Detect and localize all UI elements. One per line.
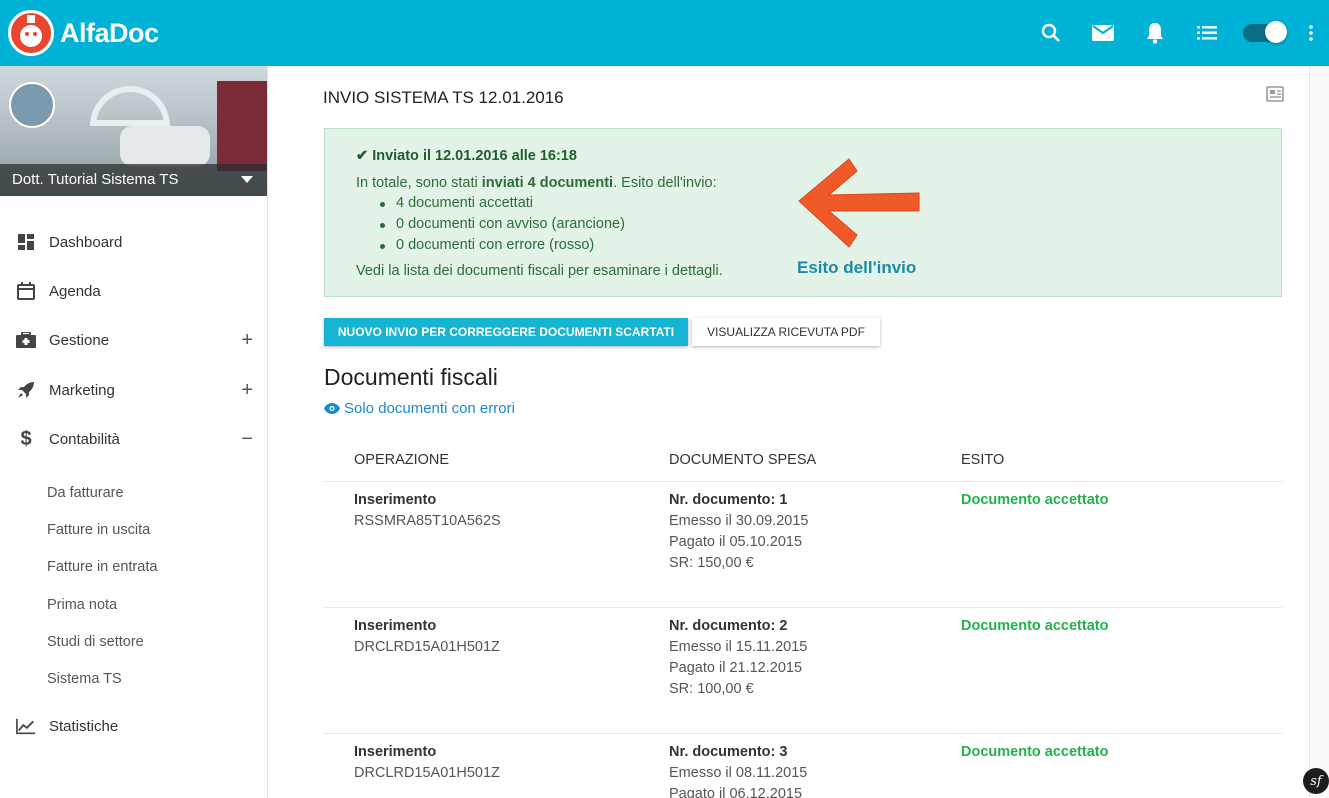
dollar-icon: $ (20, 427, 32, 450)
sidebar-item-statistiche[interactable]: Statistiche (0, 706, 267, 746)
column-header-documento: DOCUMENTO SPESA (669, 452, 817, 468)
paid-date: Pagato il 21.12.2015 (669, 660, 803, 676)
sidebar-item-label: Agenda (49, 282, 101, 300)
column-header-operazione: OPERAZIONE (354, 452, 450, 468)
amount: SR: 100,00 € (669, 681, 754, 697)
collapse-icon[interactable]: − (241, 428, 253, 451)
document-number: Nr. documento: 1 (669, 492, 788, 508)
annotation-arrow-icon (797, 157, 922, 249)
expand-icon[interactable]: + (241, 379, 253, 402)
document-number: Nr. documento: 2 (669, 618, 788, 634)
trending-up-icon (16, 716, 36, 736)
sidebar-item-dashboard[interactable]: Dashboard (0, 222, 267, 262)
alert-list-item: 0 documenti con avviso (arancione) (380, 216, 625, 237)
operation-type: Inserimento (354, 744, 437, 760)
document-number: Nr. documento: 3 (669, 744, 788, 760)
operation-type: Inserimento (354, 492, 437, 508)
alert-summary: In totale, sono stati inviati 4 document… (356, 175, 717, 191)
fiscal-code: DRCLRD15A01H501Z (354, 639, 500, 655)
issued-date: Emesso il 15.11.2015 (669, 639, 808, 655)
sidebar-item-marketing[interactable]: Marketing + (0, 370, 267, 410)
sidebar-subitem-fatture-uscita[interactable]: Fatture in uscita (47, 522, 150, 542)
list-icon[interactable] (1181, 0, 1233, 66)
table-row: Inserimento DRCLRD15A01H501Z Nr. documen… (324, 734, 1282, 798)
alert-heading: ✔ Inviato il 12.01.2016 alle 16:18 (356, 148, 577, 164)
bell-icon[interactable] (1129, 0, 1181, 66)
sidebar-subitem-prima-nota[interactable]: Prima nota (47, 597, 117, 617)
paid-date: Pagato il 06.12.2015 (669, 786, 803, 798)
theme-toggle[interactable] (1243, 21, 1287, 43)
avatar[interactable] (9, 82, 55, 128)
lion-logo-icon (8, 10, 54, 56)
issued-date: Emesso il 30.09.2015 (669, 513, 809, 529)
sidebar-item-label: Gestione (49, 331, 110, 349)
dashboard-icon (16, 232, 36, 252)
brand[interactable]: AlfaDoc (8, 10, 159, 56)
alert-list: 4 documenti accettati 0 documenti con av… (380, 195, 625, 258)
expand-icon[interactable]: + (241, 329, 253, 352)
table-row: Inserimento RSSMRA85T10A562S Nr. documen… (324, 482, 1282, 608)
fiscal-code: RSSMRA85T10A562S (354, 513, 501, 529)
section-title: Documenti fiscali (324, 364, 498, 390)
symfony-toolbar-icon[interactable]: sf (1303, 768, 1329, 794)
sidebar: Dott. Tutorial Sistema TS Dashboard Agen… (0, 66, 268, 798)
calendar-icon (16, 281, 36, 301)
fiscal-code: DRCLRD15A01H501Z (354, 765, 500, 781)
status-accepted: Documento accettato (961, 618, 1109, 634)
operation-type: Inserimento (354, 618, 437, 634)
profile-header: Dott. Tutorial Sistema TS (0, 66, 267, 196)
amount: SR: 150,00 € (669, 555, 754, 571)
receipt-icon[interactable] (1266, 86, 1284, 107)
paid-date: Pagato il 05.10.2015 (669, 534, 803, 550)
eye-icon (324, 403, 340, 414)
page-title: INVIO SISTEMA TS 12.01.2016 (323, 88, 564, 107)
search-icon[interactable] (1025, 0, 1077, 66)
issued-date: Emesso il 08.11.2015 (669, 765, 808, 781)
caret-down-icon[interactable] (241, 176, 253, 183)
success-alert: ✔ Inviato il 12.01.2016 alle 16:18 In to… (324, 128, 1282, 297)
sidebar-item-agenda[interactable]: Agenda (0, 271, 267, 311)
check-icon: ✔ (356, 148, 369, 164)
status-accepted: Documento accettato (961, 492, 1109, 508)
user-menu[interactable]: Dott. Tutorial Sistema TS (0, 164, 267, 196)
view-pdf-receipt-button[interactable]: VISUALIZZA RICEVUTA PDF (692, 318, 880, 346)
table-row: Inserimento DRCLRD15A01H501Z Nr. documen… (324, 608, 1282, 734)
scrollbar[interactable] (1309, 66, 1329, 798)
column-header-esito: ESITO (961, 452, 1005, 468)
new-submission-button[interactable]: NUOVO INVIO PER CORREGGERE DOCUMENTI SCA… (324, 318, 688, 346)
sidebar-subitem-da-fatturare[interactable]: Da fatturare (47, 485, 124, 505)
top-actions (1025, 0, 1329, 66)
sidebar-item-label: Contabilità (49, 430, 120, 448)
errors-only-filter-link[interactable]: Solo documenti con errori (324, 400, 515, 417)
sidebar-item-label: Dashboard (49, 233, 123, 251)
sidebar-item-label: Marketing (49, 381, 115, 399)
annotation-caption: Esito dell'invio (797, 258, 917, 277)
main-content: INVIO SISTEMA TS 12.01.2016 ✔ Inviato il… (297, 66, 1309, 798)
rocket-icon (16, 380, 36, 400)
alert-footer: Vedi la lista dei documenti fiscali per … (356, 263, 723, 279)
alert-list-item: 4 documenti accettati (380, 195, 625, 216)
sidebar-subitem-studi-settore[interactable]: Studi di settore (47, 634, 144, 654)
status-accepted: Documento accettato (961, 744, 1109, 760)
user-name: Dott. Tutorial Sistema TS (12, 171, 179, 188)
sidebar-item-contabilita[interactable]: $ Contabilità − (0, 419, 267, 459)
more-vert-icon[interactable] (1293, 0, 1329, 66)
sidebar-item-gestione[interactable]: Gestione + (0, 320, 267, 360)
sidebar-subitem-sistema-ts[interactable]: Sistema TS (47, 671, 122, 691)
top-app-bar: AlfaDoc (0, 0, 1329, 66)
medical-bag-icon (16, 330, 36, 350)
sidebar-item-label: Statistiche (49, 717, 119, 735)
alert-list-item: 0 documenti con errore (rosso) (380, 237, 625, 258)
mail-icon[interactable] (1077, 0, 1129, 66)
sidebar-subitem-fatture-entrata[interactable]: Fatture in entrata (47, 559, 157, 579)
brand-name: AlfaDoc (60, 17, 159, 48)
